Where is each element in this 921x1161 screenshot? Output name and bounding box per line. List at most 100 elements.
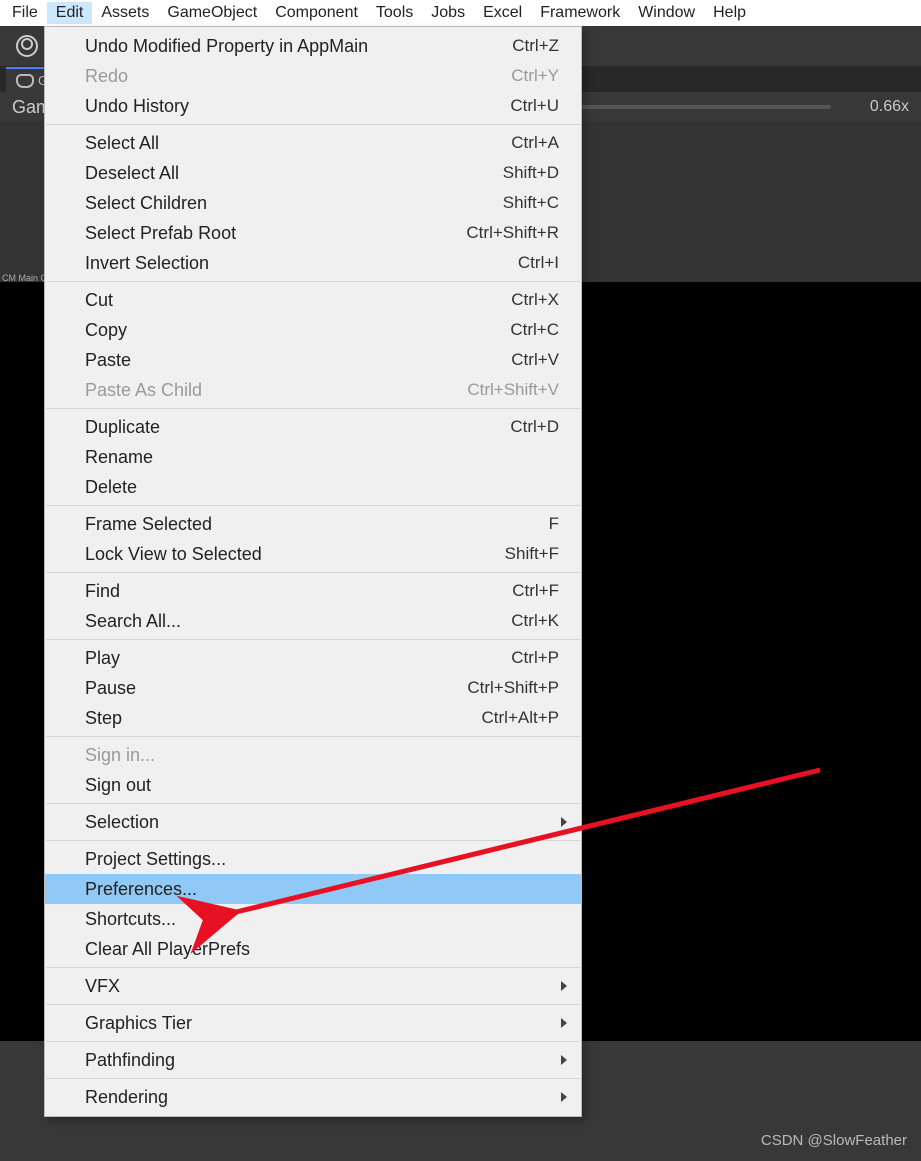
menuitem-label: Delete	[85, 475, 137, 499]
menuitem-step[interactable]: Step Ctrl+Alt+P	[45, 703, 581, 733]
menuitem-label: Select Children	[85, 191, 207, 215]
menuitem-label: Rename	[85, 445, 153, 469]
menu-separator	[46, 572, 580, 573]
menuitem-undo-history[interactable]: Undo History Ctrl+U	[45, 91, 581, 121]
menuitem-label: Copy	[85, 318, 127, 342]
menuitem-paste[interactable]: Paste Ctrl+V	[45, 345, 581, 375]
menuitem-shortcut: Ctrl+Z	[512, 34, 559, 58]
menuitem-preferences[interactable]: Preferences...	[45, 874, 581, 904]
menuitem-shortcut: F	[549, 512, 559, 536]
menuitem-shortcut: Ctrl+K	[511, 609, 559, 633]
menuitem-shortcut: Shift+C	[503, 191, 559, 215]
menuitem-shortcut: Ctrl+Alt+P	[482, 706, 559, 730]
menuitem-copy[interactable]: Copy Ctrl+C	[45, 315, 581, 345]
menuitem-play[interactable]: PlayCtrl+P	[45, 643, 581, 673]
chevron-right-icon	[561, 981, 567, 991]
menu-edit[interactable]: Edit	[47, 2, 93, 24]
menuitem-select-prefab-root[interactable]: Select Prefab RootCtrl+Shift+R	[45, 218, 581, 248]
chevron-right-icon	[561, 817, 567, 827]
menuitem-shortcut: Ctrl+Shift+R	[466, 221, 559, 245]
menuitem-find[interactable]: FindCtrl+F	[45, 576, 581, 606]
menu-framework[interactable]: Framework	[531, 2, 629, 24]
menuitem-rendering[interactable]: Rendering	[45, 1082, 581, 1112]
menu-component[interactable]: Component	[266, 2, 367, 24]
chevron-right-icon	[561, 1055, 567, 1065]
menuitem-label: Pause	[85, 676, 136, 700]
menu-separator	[46, 124, 580, 125]
chevron-right-icon	[561, 1018, 567, 1028]
menuitem-label: Frame Selected	[85, 512, 212, 536]
menuitem-sign-in: Sign in...	[45, 740, 581, 770]
chevron-right-icon	[561, 1092, 567, 1102]
menuitem-invert-selection[interactable]: Invert SelectionCtrl+I	[45, 248, 581, 278]
menuitem-label: Undo History	[85, 94, 189, 118]
menu-separator	[46, 803, 580, 804]
menuitem-lock-view-to-selected[interactable]: Lock View to SelectedShift+F	[45, 539, 581, 569]
menu-separator	[46, 408, 580, 409]
menu-separator	[46, 840, 580, 841]
menu-excel[interactable]: Excel	[474, 2, 531, 24]
menuitem-shortcut: Ctrl+V	[511, 348, 559, 372]
menuitem-delete[interactable]: Delete	[45, 472, 581, 502]
menuitem-select-children[interactable]: Select Children Shift+C	[45, 188, 581, 218]
menuitem-search-all[interactable]: Search All...Ctrl+K	[45, 606, 581, 636]
menuitem-label: Find	[85, 579, 120, 603]
menu-window[interactable]: Window	[629, 2, 704, 24]
menu-gameobject[interactable]: GameObject	[158, 2, 266, 24]
menuitem-label: Shortcuts...	[85, 907, 176, 931]
menuitem-sign-out[interactable]: Sign out	[45, 770, 581, 800]
menuitem-selection[interactable]: Selection	[45, 807, 581, 837]
menuitem-label: Graphics Tier	[85, 1011, 192, 1035]
menuitem-paste-as-child: Paste As Child Ctrl+Shift+V	[45, 375, 581, 405]
menuitem-undo-modified-property-in-appmain[interactable]: Undo Modified Property in AppMainCtrl+Z	[45, 31, 581, 61]
menuitem-shortcut: Shift+F	[505, 542, 559, 566]
camera-label: CM Main C	[2, 273, 47, 283]
menuitem-shortcut: Ctrl+A	[511, 131, 559, 155]
menuitem-select-all[interactable]: Select AllCtrl+A	[45, 128, 581, 158]
menuitem-shortcut: Ctrl+U	[510, 94, 559, 118]
zoom-value: 0.66x	[849, 98, 909, 116]
menuitem-label: Sign out	[85, 773, 151, 797]
menuitem-redo: RedoCtrl+Y	[45, 61, 581, 91]
menu-separator	[46, 967, 580, 968]
menuitem-pathfinding[interactable]: Pathfinding	[45, 1045, 581, 1075]
menuitem-label: Sign in...	[85, 743, 155, 767]
menuitem-label: Invert Selection	[85, 251, 209, 275]
menuitem-shortcut: Shift+D	[503, 161, 559, 185]
menuitem-label: Cut	[85, 288, 113, 312]
menuitem-label: Preferences...	[85, 877, 197, 901]
menu-assets[interactable]: Assets	[92, 2, 158, 24]
menu-jobs[interactable]: Jobs	[422, 2, 474, 24]
menuitem-duplicate[interactable]: DuplicateCtrl+D	[45, 412, 581, 442]
menuitem-label: Deselect All	[85, 161, 179, 185]
menuitem-graphics-tier[interactable]: Graphics Tier	[45, 1008, 581, 1038]
menu-tools[interactable]: Tools	[367, 2, 422, 24]
menuitem-frame-selected[interactable]: Frame Selected F	[45, 509, 581, 539]
menuitem-label: VFX	[85, 974, 120, 998]
menuitem-label: Duplicate	[85, 415, 160, 439]
menuitem-vfx[interactable]: VFX	[45, 971, 581, 1001]
menuitem-project-settings[interactable]: Project Settings...	[45, 844, 581, 874]
account-icon[interactable]	[16, 35, 38, 57]
menuitem-shortcut: Ctrl+C	[510, 318, 559, 342]
menuitem-clear-all-playerprefs[interactable]: Clear All PlayerPrefs	[45, 934, 581, 964]
menuitem-pause[interactable]: PauseCtrl+Shift+P	[45, 673, 581, 703]
menuitem-label: Pathfinding	[85, 1048, 175, 1072]
menuitem-deselect-all[interactable]: Deselect All Shift+D	[45, 158, 581, 188]
menuitem-cut[interactable]: CutCtrl+X	[45, 285, 581, 315]
menuitem-label: Project Settings...	[85, 847, 226, 871]
menu-separator	[46, 1078, 580, 1079]
menuitem-shortcuts[interactable]: Shortcuts...	[45, 904, 581, 934]
watermark: CSDN @SlowFeather	[761, 1132, 907, 1149]
menu-separator	[46, 1004, 580, 1005]
menuitem-shortcut: Ctrl+Shift+V	[467, 378, 559, 402]
menu-file[interactable]: File	[3, 2, 47, 24]
menuitem-label: Play	[85, 646, 120, 670]
menuitem-rename[interactable]: Rename	[45, 442, 581, 472]
menu-separator	[46, 1041, 580, 1042]
menu-help[interactable]: Help	[704, 2, 755, 24]
gamepad-icon	[16, 74, 34, 88]
menuitem-label: Step	[85, 706, 122, 730]
menuitem-label: Paste	[85, 348, 131, 372]
menuitem-label: Paste As Child	[85, 378, 202, 402]
